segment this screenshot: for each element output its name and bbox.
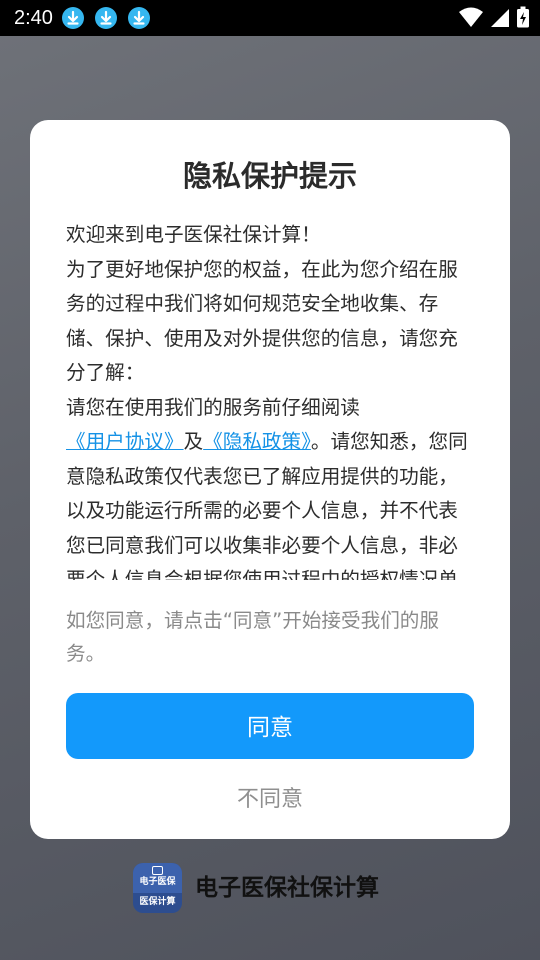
user-agreement-link[interactable]: 《用户协议》 [66, 430, 184, 453]
welcome-text: 欢迎来到电子医保社保计算！ [66, 223, 321, 246]
wifi-icon [458, 7, 483, 27]
download-icon [95, 7, 117, 29]
read-prefix: 请您在使用我们的服务前仔细阅读 [66, 395, 360, 419]
download-icon [62, 7, 84, 29]
intro-text: 为了更好地保护您的权益，在此为您介绍在服务的过程中我们将如何规范安全地收集、存储… [66, 257, 458, 385]
app-icon-text-top: 电子医保 [139, 877, 176, 887]
disagree-button[interactable]: 不同意 [66, 782, 474, 818]
and-text: 及 [183, 430, 204, 453]
signal-icon [490, 9, 509, 27]
battery-charging-icon [517, 6, 529, 28]
privacy-policy-link[interactable]: 《隐私政策》 [203, 430, 311, 453]
status-bar: 2:40 [0, 0, 540, 36]
app-name: 电子医保社保计算 [195, 875, 379, 901]
app-icon: 电子医保 医保计算 [133, 863, 182, 913]
dialog-title: 隐私保护提示 [182, 159, 357, 193]
status-time: 2:40 [14, 7, 53, 29]
download-icon [128, 7, 150, 29]
dialog-body[interactable]: 欢迎来到电子医保社保计算！ 为了更好地保护您的权益，在此为您介绍在服务的过程中我… [66, 218, 476, 580]
agree-button[interactable]: 同意 [66, 693, 474, 759]
app-icon-text-bottom: 医保计算 [139, 897, 176, 907]
read-paragraph: 请您在使用我们的服务前仔细阅读《用户协议》及《隐私政策》。请您知悉，您同意隐私政… [66, 391, 476, 581]
consent-note: 如您同意，请点击“同意”开始接受我们的服务。 [66, 609, 439, 665]
status-icons [458, 6, 530, 30]
badge-icon [152, 866, 163, 875]
